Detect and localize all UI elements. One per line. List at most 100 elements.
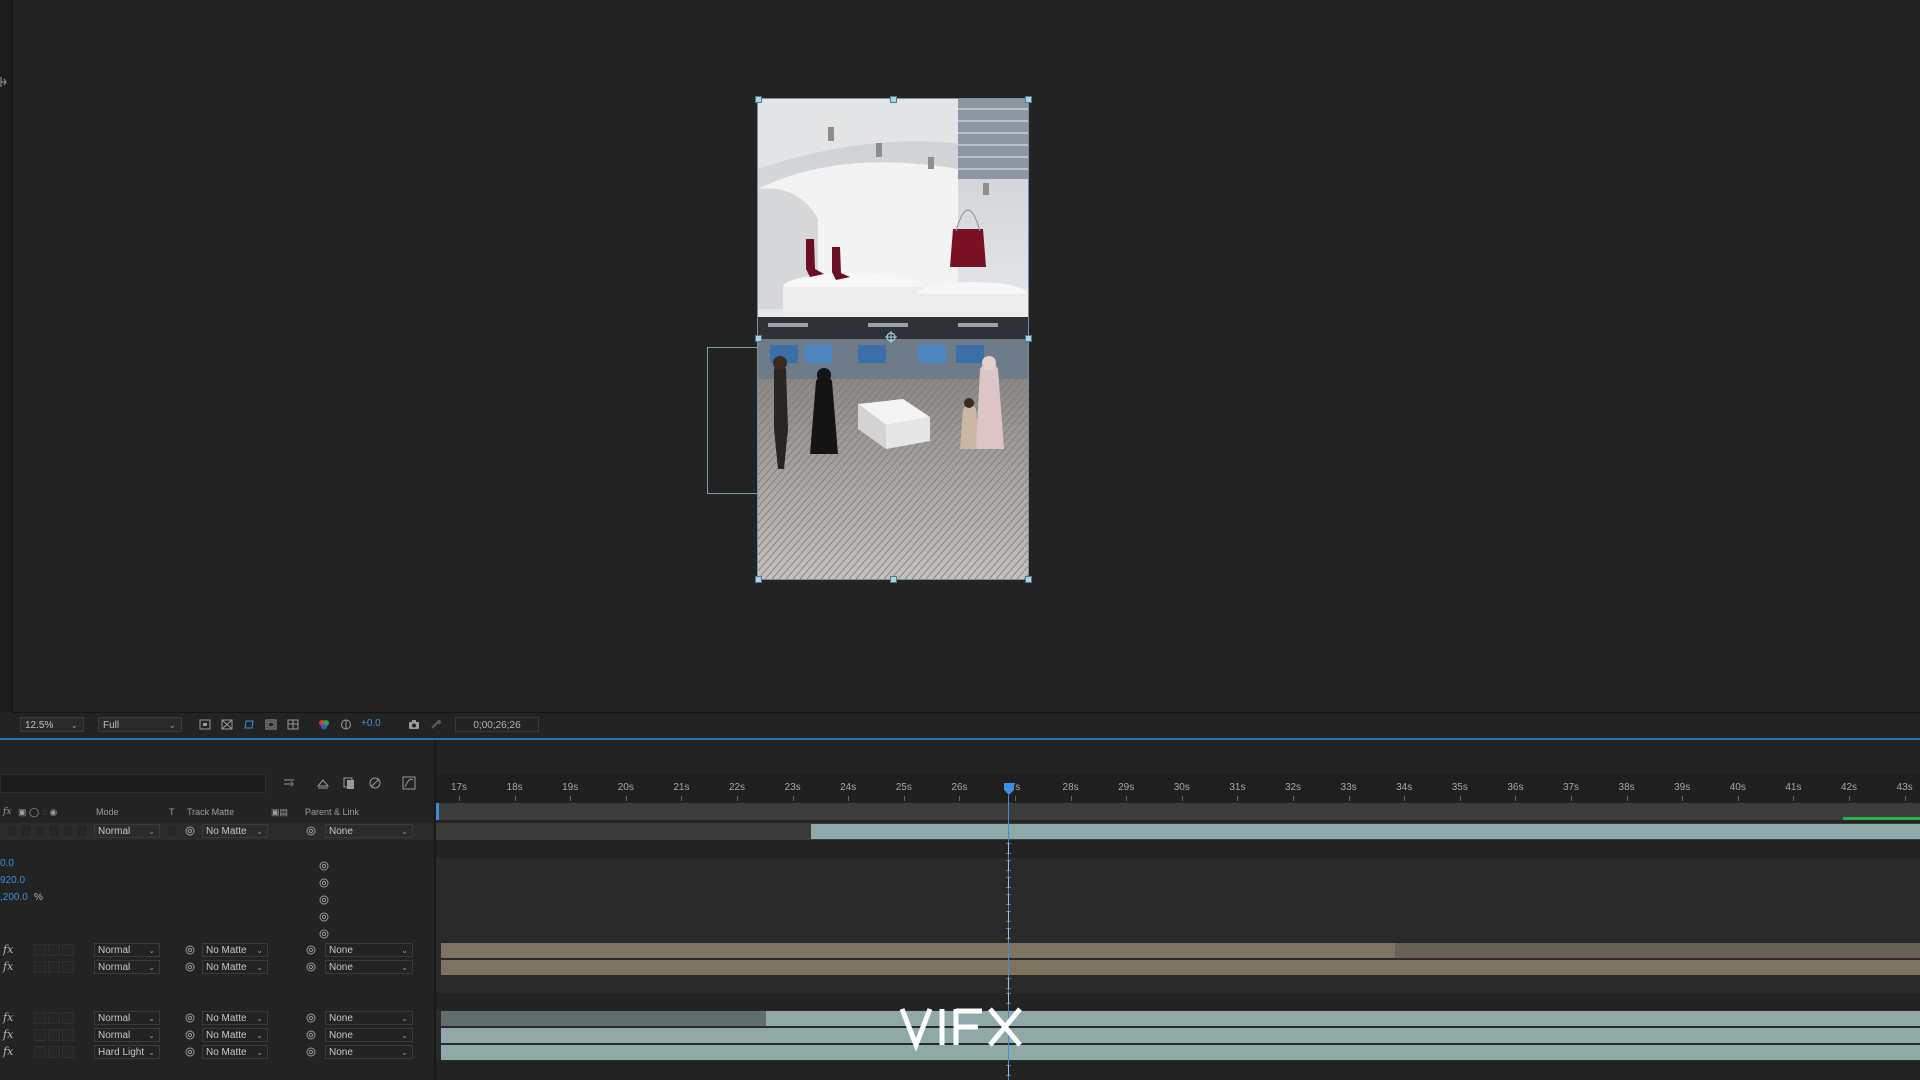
show-snapshot-icon[interactable] — [430, 719, 442, 730]
property-track[interactable] — [436, 875, 1920, 893]
anchor-point-icon[interactable] — [885, 331, 897, 343]
frame-blending-icon[interactable] — [368, 776, 382, 790]
playhead-handle[interactable] — [1003, 782, 1015, 796]
track-matte-dropdown[interactable]: No Matte ⌄ — [202, 943, 268, 957]
matte-pickwhip-icon[interactable] — [185, 945, 195, 955]
layer-track[interactable] — [436, 1027, 1920, 1045]
property-track[interactable] — [436, 858, 1920, 876]
transform-handle-bc[interactable] — [890, 576, 897, 583]
parent-dropdown[interactable]: None ⌄ — [325, 960, 413, 974]
mask-visibility-icon[interactable] — [243, 719, 255, 730]
switch-box[interactable] — [48, 1012, 60, 1024]
property-pickwhip-icon[interactable] — [319, 895, 329, 905]
layer-search-input[interactable] — [0, 774, 266, 793]
blend-mode-dropdown[interactable]: Normal ⌄ — [94, 1028, 160, 1042]
property-value[interactable]: 920.0 — [0, 875, 25, 886]
matte-pickwhip-icon[interactable] — [185, 1030, 195, 1040]
switch-box[interactable] — [34, 1029, 46, 1041]
switch-box[interactable] — [34, 961, 46, 973]
layer-duration-bar[interactable] — [441, 960, 1920, 975]
transform-handle-bl[interactable] — [755, 576, 762, 583]
draft-3d-icon[interactable] — [316, 776, 330, 790]
layer-row[interactable]: fx Normal ⌄ No Matte ⌄ None ⌄ — [0, 1010, 434, 1027]
parent-pickwhip-icon[interactable] — [306, 826, 316, 836]
parent-dropdown[interactable]: None ⌄ — [325, 1011, 413, 1025]
track-matte-dropdown[interactable]: No Matte ⌄ — [202, 960, 268, 974]
layer-duration-bar-trimmed[interactable] — [1395, 943, 1920, 958]
switch-box[interactable] — [34, 1046, 46, 1058]
resolution-dropdown[interactable]: Full ⌄ — [98, 717, 182, 732]
parent-dropdown[interactable]: None ⌄ — [325, 824, 413, 838]
matte-pickwhip-icon[interactable] — [185, 1013, 195, 1023]
property-track[interactable] — [436, 909, 1920, 927]
parent-dropdown[interactable]: None ⌄ — [325, 1028, 413, 1042]
blend-mode-dropdown[interactable]: Normal ⌄ — [94, 960, 160, 974]
property-track[interactable] — [436, 892, 1920, 910]
property-row[interactable] — [0, 926, 434, 943]
keyframe-marker[interactable] — [1006, 978, 1011, 989]
graph-editor-icon[interactable] — [402, 776, 416, 790]
composition-mini-flowchart-icon[interactable] — [282, 776, 296, 790]
switch-box[interactable] — [48, 1029, 60, 1041]
blend-mode-dropdown[interactable]: Hard Light ⌄ — [94, 1045, 160, 1059]
magnification-dropdown[interactable]: 12.5% ⌄ — [20, 717, 84, 732]
keyframe-marker[interactable] — [1006, 877, 1011, 888]
switch-box[interactable] — [48, 825, 60, 837]
keyframe-marker[interactable] — [1006, 1065, 1011, 1076]
property-value[interactable]: ,200.0 — [0, 892, 28, 903]
layer-duration-bar[interactable] — [811, 824, 1920, 839]
hide-shy-layers-icon[interactable] — [342, 776, 356, 790]
fx-indicator[interactable]: fx — [3, 1045, 13, 1058]
property-row[interactable]: 0.0 — [0, 858, 434, 875]
track-matte-dropdown[interactable]: No Matte ⌄ — [202, 1045, 268, 1059]
work-area-start-handle[interactable] — [436, 803, 439, 820]
switch-box[interactable] — [34, 944, 46, 956]
keyframe-marker[interactable] — [1006, 928, 1011, 939]
layer-track[interactable] — [436, 823, 1920, 841]
keyframe-marker[interactable] — [1006, 911, 1011, 922]
switch-box[interactable] — [62, 961, 74, 973]
layer-row[interactable]: fx Normal ⌄ No Matte ⌄ None ⌄ — [0, 942, 434, 959]
property-row[interactable] — [0, 909, 434, 926]
parent-dropdown[interactable]: None ⌄ — [325, 943, 413, 957]
transform-handle-br[interactable] — [1025, 576, 1032, 583]
parent-pickwhip-icon[interactable] — [306, 945, 316, 955]
switch-box[interactable] — [62, 944, 74, 956]
parent-pickwhip-icon[interactable] — [306, 1013, 316, 1023]
layer-track[interactable] — [436, 942, 1920, 960]
matte-pickwhip-icon[interactable] — [185, 826, 195, 836]
parent-pickwhip-icon[interactable] — [306, 962, 316, 972]
layer-duration-bar-trimmed[interactable] — [441, 1011, 766, 1026]
layer-track[interactable] — [436, 976, 1920, 994]
switch-box[interactable] — [6, 825, 18, 837]
property-row[interactable]: ,200.0 % — [0, 892, 434, 909]
fx-indicator[interactable]: fx — [3, 1011, 13, 1024]
work-area-bar[interactable] — [436, 803, 1920, 820]
layer-row[interactable]: fx Normal ⌄ No Matte ⌄ None ⌄ — [0, 959, 434, 976]
layer-row[interactable]: Normal ⌄ No Matte ⌄ None ⌄ — [0, 823, 434, 840]
property-pickwhip-icon[interactable] — [319, 878, 329, 888]
transform-handle-tc[interactable] — [890, 96, 897, 103]
region-of-interest-icon[interactable] — [199, 719, 211, 730]
switch-box[interactable] — [62, 825, 74, 837]
matte-pickwhip-icon[interactable] — [185, 1047, 195, 1057]
parent-dropdown[interactable]: None ⌄ — [325, 1045, 413, 1059]
preserve-transparency-box[interactable] — [166, 825, 178, 837]
track-matte-dropdown[interactable]: No Matte ⌄ — [202, 1011, 268, 1025]
pin-icon[interactable] — [0, 76, 8, 88]
keyframe-marker[interactable] — [1006, 843, 1011, 854]
blend-mode-dropdown[interactable]: Normal ⌄ — [94, 1011, 160, 1025]
switch-box[interactable] — [34, 825, 46, 837]
property-value[interactable]: 0.0 — [0, 858, 14, 869]
parent-pickwhip-icon[interactable] — [306, 1047, 316, 1057]
snapshot-camera-icon[interactable] — [408, 719, 420, 730]
layer-row[interactable]: fx Hard Light ⌄ No Matte ⌄ None ⌄ — [0, 1044, 434, 1061]
layer-track[interactable] — [436, 1010, 1920, 1028]
parent-pickwhip-icon[interactable] — [306, 1030, 316, 1040]
layer-duration-bar[interactable] — [441, 1045, 1920, 1060]
switch-box[interactable] — [62, 1046, 74, 1058]
transparency-grid-icon[interactable] — [221, 719, 233, 730]
switch-box[interactable] — [20, 825, 32, 837]
exposure-value[interactable]: +0.0 — [361, 718, 381, 729]
timeline-track-area[interactable]: 17s 18s 19s 20s 21s 22s 23s 24s 25s 26s 7s 28s 29s 30… — [436, 740, 1920, 1080]
